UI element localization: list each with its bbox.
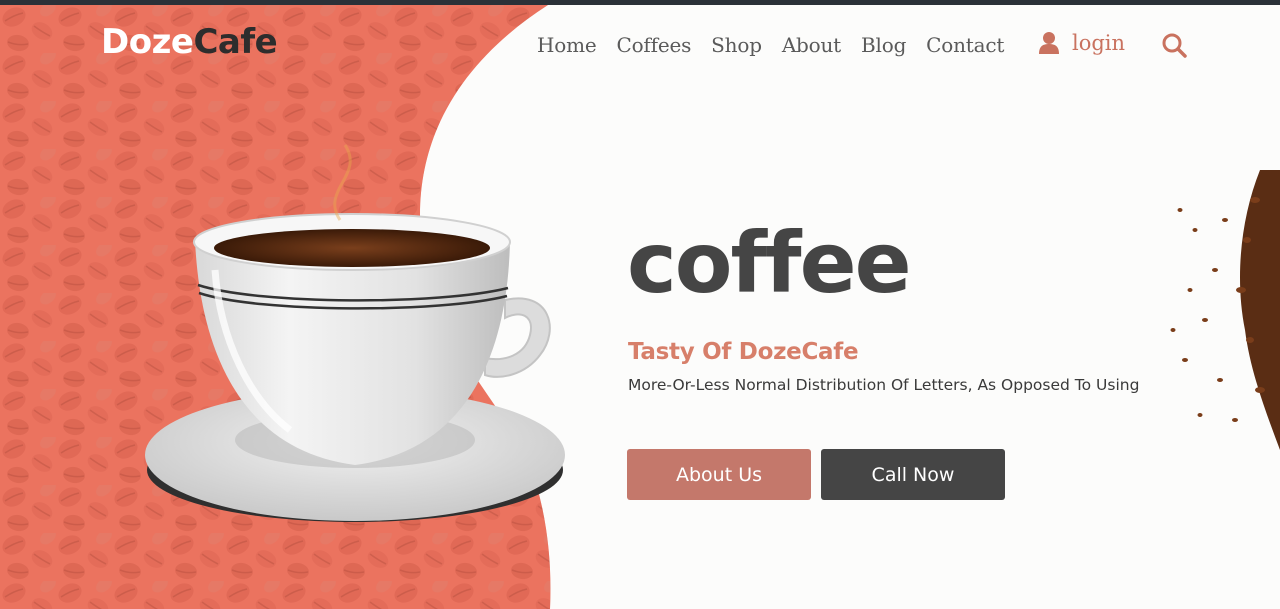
nav-blog[interactable]: Blog: [861, 33, 906, 57]
nav-home[interactable]: Home: [537, 33, 597, 57]
login-label: login: [1072, 31, 1126, 55]
logo-part-cafe: Cafe: [193, 22, 278, 62]
search-button[interactable]: [1162, 33, 1188, 63]
logo-part-doze: Doze: [101, 22, 194, 62]
nav-coffees[interactable]: Coffees: [616, 33, 691, 57]
main-nav: Home Coffees Shop About Blog Contact: [537, 33, 1004, 57]
search-icon: [1162, 33, 1187, 58]
coffee-beans-image: [1170, 170, 1280, 450]
top-border: [0, 0, 1280, 5]
brand-logo[interactable]: DozeCafe: [101, 22, 278, 62]
coffee-cup-image: [145, 144, 565, 522]
call-now-button[interactable]: Call Now: [821, 449, 1005, 500]
nav-about[interactable]: About: [782, 33, 841, 57]
hero-subtitle: Tasty Of DozeCafe: [628, 339, 859, 365]
about-us-button[interactable]: About Us: [627, 449, 811, 500]
hero-title: coffee: [627, 214, 912, 312]
hero-description: More-Or-Less Normal Distribution Of Lett…: [628, 376, 1140, 394]
nav-shop[interactable]: Shop: [711, 33, 762, 57]
user-icon: [1039, 32, 1059, 54]
nav-contact[interactable]: Contact: [926, 33, 1004, 57]
login-link[interactable]: login: [1038, 31, 1125, 55]
